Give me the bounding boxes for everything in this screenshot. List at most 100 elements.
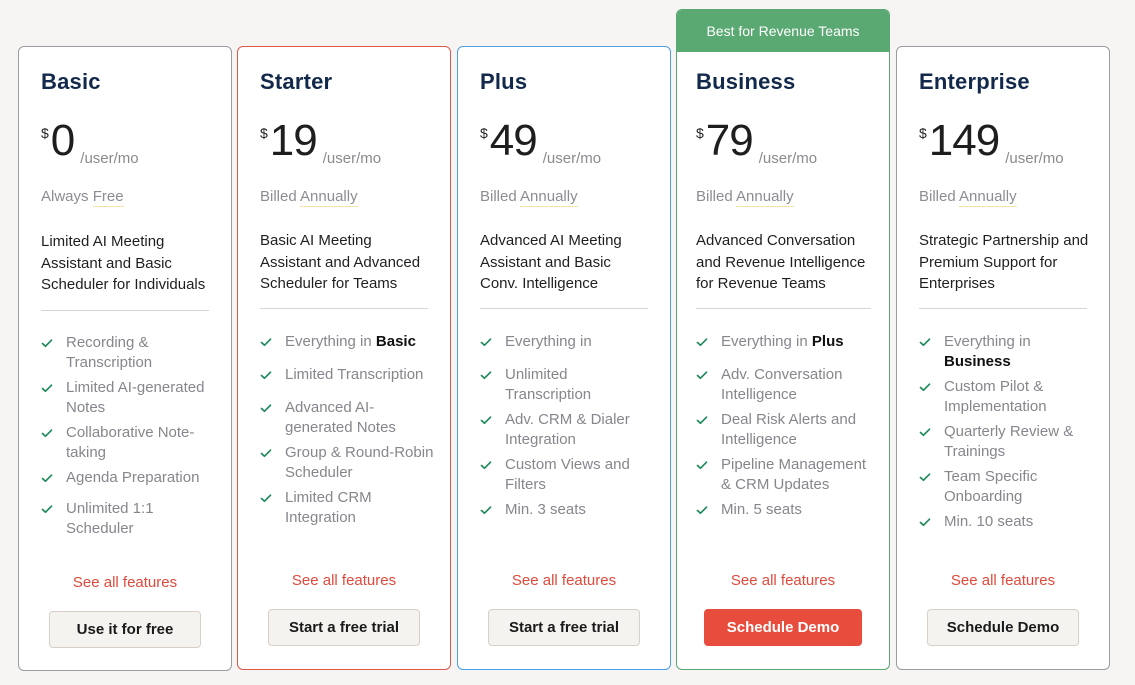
check-icon	[41, 474, 53, 483]
feature-text: Everything in Business	[944, 332, 1095, 372]
feature-text: Custom Views and Filters	[505, 456, 630, 493]
see-all-features-link[interactable]: See all features	[677, 572, 889, 589]
see-all-features-link[interactable]: See all features	[458, 572, 670, 589]
billing-note: Billed Annually	[919, 188, 1017, 207]
feature-text: Min. 3 seats	[505, 501, 586, 518]
divider	[260, 308, 428, 309]
price-amount: 19	[269, 116, 318, 165]
check-icon	[919, 428, 931, 437]
check-icon	[41, 339, 53, 348]
feature-item: Deal Risk Alerts and Intelligence	[696, 410, 875, 450]
see-all-features-link[interactable]: See all features	[19, 574, 231, 591]
check-icon	[919, 473, 931, 482]
plan-card-starter: Starter $ 19 /user/mo Billed Annually Ba…	[237, 46, 451, 670]
check-icon	[260, 449, 272, 458]
billing-note: Billed Annually	[480, 188, 578, 207]
check-icon	[480, 506, 492, 515]
check-icon	[480, 461, 492, 470]
divider	[919, 308, 1087, 309]
divider	[696, 308, 871, 309]
billing-note: Billed Annually	[696, 188, 794, 207]
plan-card-basic: Basic $ 0 /user/mo Always Free Limited A…	[18, 46, 232, 671]
feature-item: Quarterly Review & Trainings	[919, 422, 1095, 462]
plan-name: Starter	[260, 69, 333, 94]
feature-item: Adv. Conversation Intelligence	[696, 365, 875, 405]
feature-item: Custom Views and Filters	[480, 455, 656, 495]
billing-term: Annually	[520, 188, 578, 207]
feature-text: Unlimited 1:1 Scheduler	[66, 500, 154, 537]
billing-term: Free	[92, 188, 124, 207]
check-icon	[919, 383, 931, 392]
feature-text: Pipeline Management & CRM Updates	[721, 456, 867, 493]
price-period: /user/mo	[758, 150, 818, 167]
feature-text-emphasis: Plus	[811, 333, 844, 350]
feature-text: Limited AI-generated Notes	[66, 379, 205, 416]
check-icon	[41, 429, 53, 438]
price-period: /user/mo	[542, 150, 602, 167]
feature-list: Recording & Transcription Limited AI-gene…	[41, 333, 217, 544]
plan-name: Plus	[480, 69, 528, 94]
plan-description: Advanced AI Meeting Assistant and Basic …	[480, 232, 622, 292]
feature-text: Everything in	[944, 333, 1031, 350]
feature-item: Collaborative Note-taking	[41, 423, 217, 463]
divider	[480, 308, 648, 309]
feature-text: Min. 5 seats	[721, 501, 802, 518]
feature-item: Everything in	[480, 332, 656, 352]
check-icon	[696, 416, 708, 425]
feature-text-emphasis: Basic	[375, 333, 416, 350]
feature-list: Everything in Unlimited Transcription Adv.…	[480, 332, 656, 525]
feature-text: Recording & Transcription	[66, 334, 153, 371]
price-period: /user/mo	[1005, 150, 1064, 167]
feature-item: Team Specific Onboarding	[919, 467, 1095, 507]
schedule-demo-button[interactable]: Schedule Demo	[927, 609, 1079, 646]
currency-symbol: $	[480, 125, 488, 141]
billing-note: Billed Annually	[260, 188, 358, 207]
check-icon	[480, 338, 492, 347]
check-icon	[919, 518, 931, 527]
start-free-trial-button[interactable]: Start a free trial	[488, 609, 640, 646]
use-it-for-free-button[interactable]: Use it for free	[49, 611, 201, 648]
check-icon	[696, 506, 708, 515]
start-free-trial-button[interactable]: Start a free trial	[268, 609, 420, 646]
billing-prefix: Billed	[696, 188, 737, 205]
feature-text: Min. 10 seats	[944, 513, 1034, 530]
feature-item: Limited CRM Integration	[260, 488, 436, 528]
plan-card-plus: Plus $ 49 /user/mo Billed Annually Advan…	[457, 46, 671, 670]
schedule-demo-button[interactable]: Schedule Demo	[704, 609, 862, 646]
plan-description: Strategic Partnership and Premium Suppor…	[919, 232, 1089, 292]
check-icon	[260, 494, 272, 503]
price-amount: 0	[50, 116, 76, 165]
feature-text: Adv. CRM & Dialer Integration	[505, 411, 630, 448]
plan-card-business: Best for Revenue Teams Business $ 79 /us…	[676, 9, 890, 670]
feature-text: Collaborative Note-taking	[66, 424, 195, 461]
price: $ 149 /user/mo	[919, 117, 1064, 168]
feature-item: Min. 3 seats	[480, 500, 656, 520]
feature-text: Custom Pilot & Implementation	[944, 378, 1047, 415]
price: $ 79 /user/mo	[696, 117, 818, 168]
plan-description: Basic AI Meeting Assistant and Advanced …	[260, 232, 421, 292]
feature-item: Recording & Transcription	[41, 333, 217, 373]
plan-name: Enterprise	[919, 69, 1030, 94]
feature-text: Everything in	[285, 333, 376, 350]
billing-term: Annually	[959, 188, 1017, 207]
feature-item: Pipeline Management & CRM Updates	[696, 455, 875, 495]
feature-text: Everything in Basic	[285, 332, 416, 352]
check-icon	[41, 384, 53, 393]
feature-item: Everything in Plus	[696, 332, 875, 352]
check-icon	[41, 505, 53, 514]
see-all-features-link[interactable]: See all features	[238, 572, 450, 589]
billing-term: Annually	[300, 188, 358, 207]
price-period: /user/mo	[322, 150, 382, 167]
feature-text: Unlimited Transcription	[505, 366, 592, 403]
feature-text: Advanced AI-generated Notes	[285, 399, 396, 436]
check-icon	[480, 416, 492, 425]
billing-prefix: Billed	[480, 188, 521, 205]
plan-card-body: Business $ 79 /user/mo Billed Annually A…	[677, 47, 889, 669]
billing-note: Always Free	[41, 188, 124, 207]
see-all-features-link[interactable]: See all features	[897, 572, 1109, 589]
plan-card-body: Starter $ 19 /user/mo Billed Annually Ba…	[238, 47, 450, 669]
feature-text: Adv. Conversation Intelligence	[721, 366, 843, 403]
plan-card-body: Basic $ 0 /user/mo Always Free Limited A…	[19, 47, 231, 670]
pricing-plans: Basic $ 0 /user/mo Always Free Limited A…	[0, 0, 1135, 685]
feature-text: Quarterly Review & Trainings	[944, 423, 1074, 460]
